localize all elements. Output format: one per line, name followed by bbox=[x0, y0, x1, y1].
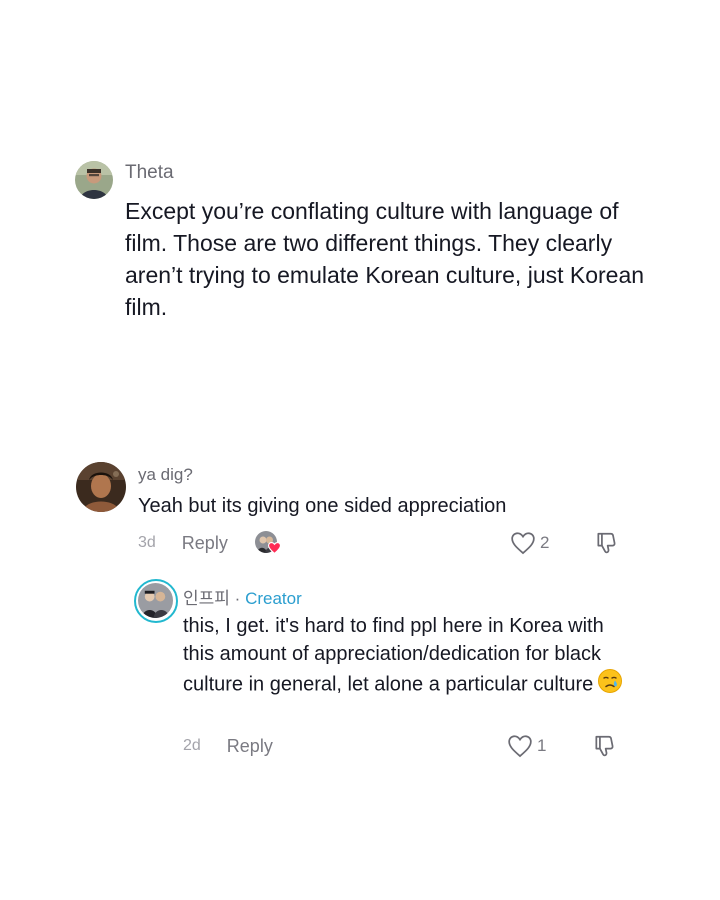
like-count: 2 bbox=[540, 533, 550, 552]
comment-username[interactable]: ya dig? bbox=[138, 465, 193, 485]
like-count: 1 bbox=[537, 736, 547, 755]
creator-avatar[interactable] bbox=[134, 579, 178, 623]
separator: · bbox=[234, 589, 241, 608]
like-button[interactable]: 1 bbox=[507, 734, 546, 758]
comment-time: 3d bbox=[138, 534, 156, 551]
crying-face-icon bbox=[597, 668, 623, 702]
heart-outline-icon bbox=[511, 532, 535, 555]
comment-text: Yeah but its giving one sided appreciati… bbox=[138, 495, 507, 517]
dislike-icon[interactable] bbox=[594, 530, 620, 556]
quoted-username[interactable]: Theta bbox=[125, 162, 174, 184]
comment-time: 2d bbox=[183, 737, 201, 754]
creator-badge: Creator bbox=[245, 589, 302, 608]
creator-comment-text: this, I get. it's hard to find ppl here … bbox=[183, 612, 633, 702]
quoted-comment-text: Except you’re conflating culture with la… bbox=[125, 198, 645, 320]
heart-badge-icon bbox=[268, 542, 281, 554]
dislike-icon[interactable] bbox=[592, 733, 618, 759]
comment-text: this, I get. it's hard to find ppl here … bbox=[183, 615, 604, 696]
like-button[interactable]: 2 bbox=[510, 531, 549, 555]
ya-dig-avatar[interactable] bbox=[76, 462, 126, 512]
creator-username[interactable]: 인프피 bbox=[183, 589, 230, 608]
reply-button[interactable]: Reply bbox=[227, 736, 273, 757]
theta-avatar[interactable] bbox=[75, 161, 113, 199]
heart-outline-icon bbox=[508, 735, 532, 758]
reply-button[interactable]: Reply bbox=[182, 533, 228, 554]
creator-username-line: 인프피 · Creator bbox=[183, 584, 302, 609]
